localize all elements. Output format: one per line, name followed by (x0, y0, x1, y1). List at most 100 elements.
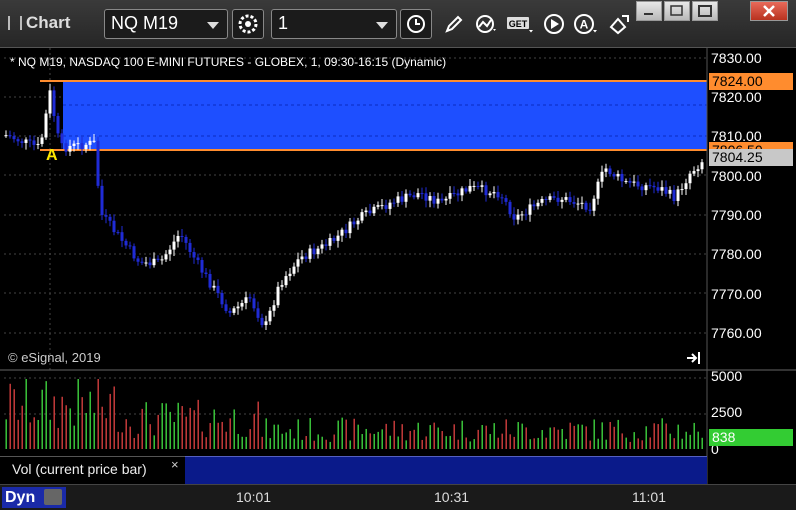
volume-bar (289, 429, 291, 449)
volume-bar (469, 441, 471, 449)
volume-bar (397, 436, 399, 449)
candle-body (500, 197, 504, 199)
volume-bar (201, 431, 203, 449)
volume-bar (101, 406, 103, 449)
candle-body (204, 272, 208, 275)
candle-body (144, 262, 148, 264)
candle-body (368, 210, 372, 214)
volume-study-panel[interactable]: Vol (current price bar) × (0, 456, 185, 484)
chevron-down-icon[interactable] (207, 22, 219, 29)
symbol-input[interactable]: NQ M19 (104, 9, 228, 39)
candle-body (56, 116, 60, 134)
volume-bar (9, 383, 11, 449)
volume-bar (649, 437, 651, 449)
volume-bar (61, 396, 63, 449)
candle-body (488, 193, 492, 196)
volume-bar (593, 419, 595, 449)
volume-bar (669, 433, 671, 449)
candle-body (316, 248, 320, 255)
candle-body (236, 306, 240, 309)
candle-body (656, 187, 660, 191)
price-tick: 7830.00 (711, 50, 762, 66)
link-arrows-icon (609, 15, 629, 35)
settings-button[interactable] (232, 9, 264, 39)
price-chart[interactable]: A (0, 48, 796, 484)
candle-body (8, 135, 12, 137)
candle-body (252, 298, 256, 309)
candle-body (260, 317, 264, 326)
range-box[interactable] (63, 81, 707, 150)
volume-bar (657, 424, 659, 449)
candle-body (256, 308, 260, 318)
volume-bar (465, 437, 467, 449)
candle-body (284, 276, 288, 286)
volume-bar (325, 439, 327, 449)
time-button[interactable] (400, 9, 432, 39)
volume-bar (269, 438, 271, 449)
volume-bar (577, 424, 579, 449)
volume-bar (65, 405, 67, 449)
alert-marker[interactable]: A (46, 147, 58, 164)
candle-body (272, 305, 276, 311)
candle-body (268, 310, 272, 322)
candle-body (184, 236, 188, 243)
volume-bar (241, 436, 243, 449)
volume-bar (125, 419, 127, 449)
volume-bar (273, 424, 275, 449)
upper-level-tag[interactable]: 7824.00 (709, 73, 793, 90)
volume-bar (389, 435, 391, 449)
restore-button[interactable] (664, 1, 690, 21)
line-chart-icon (476, 15, 496, 33)
candle-body (32, 140, 36, 145)
volume-bar (445, 436, 447, 449)
volume-bar (285, 432, 287, 449)
studies-button[interactable] (470, 9, 502, 39)
volume-bar (541, 430, 543, 449)
lock-icon[interactable] (44, 489, 62, 505)
candle-body (556, 197, 560, 202)
close-study-icon[interactable]: × (171, 457, 179, 472)
candle-body (548, 196, 552, 200)
volume-bar (501, 433, 503, 449)
candle-body (196, 257, 200, 261)
alerts-button[interactable]: A (570, 9, 602, 39)
candle-body (108, 216, 112, 221)
candle-body (652, 185, 656, 188)
volume-bar (265, 418, 267, 449)
volume-bar (89, 391, 91, 449)
minimize-button[interactable] (636, 1, 662, 21)
candle-body (520, 214, 524, 216)
maximize-button[interactable] (692, 1, 718, 21)
play-button[interactable] (538, 9, 570, 39)
volume-bar (497, 437, 499, 449)
candle-body (468, 185, 472, 192)
volume-bar (641, 440, 643, 449)
candle-body (404, 193, 408, 202)
candle-body (232, 308, 236, 313)
volume-bar (45, 381, 47, 449)
volume-bar (33, 417, 35, 449)
candle-body (12, 136, 16, 140)
volume-bar (493, 423, 495, 449)
candle-body (512, 214, 516, 220)
volume-bar (621, 433, 623, 449)
draw-button[interactable] (438, 9, 470, 39)
chevron-down-icon[interactable] (376, 22, 388, 29)
volume-bar (145, 402, 147, 449)
candle-body (592, 198, 596, 211)
close-button[interactable] (750, 1, 788, 21)
dynamic-mode-button[interactable]: Dyn (2, 487, 66, 508)
link-button[interactable] (604, 9, 636, 39)
candle-body (292, 266, 296, 274)
chart-info-line: * NQ M19, NASDAQ 100 E-MINI FUTURES - GL… (10, 55, 447, 69)
volume-bar (645, 426, 647, 449)
candle-body (576, 203, 580, 205)
get-button[interactable]: GET (504, 9, 536, 39)
volume-bar (313, 440, 315, 449)
interval-input[interactable]: 1 (271, 9, 397, 39)
volume-bar (225, 431, 227, 449)
candle-body (92, 140, 96, 142)
time-axis-bar: Dyn 10:01 10:31 11:01 (0, 484, 796, 510)
candle-body (456, 193, 460, 196)
candle-body (212, 285, 216, 288)
